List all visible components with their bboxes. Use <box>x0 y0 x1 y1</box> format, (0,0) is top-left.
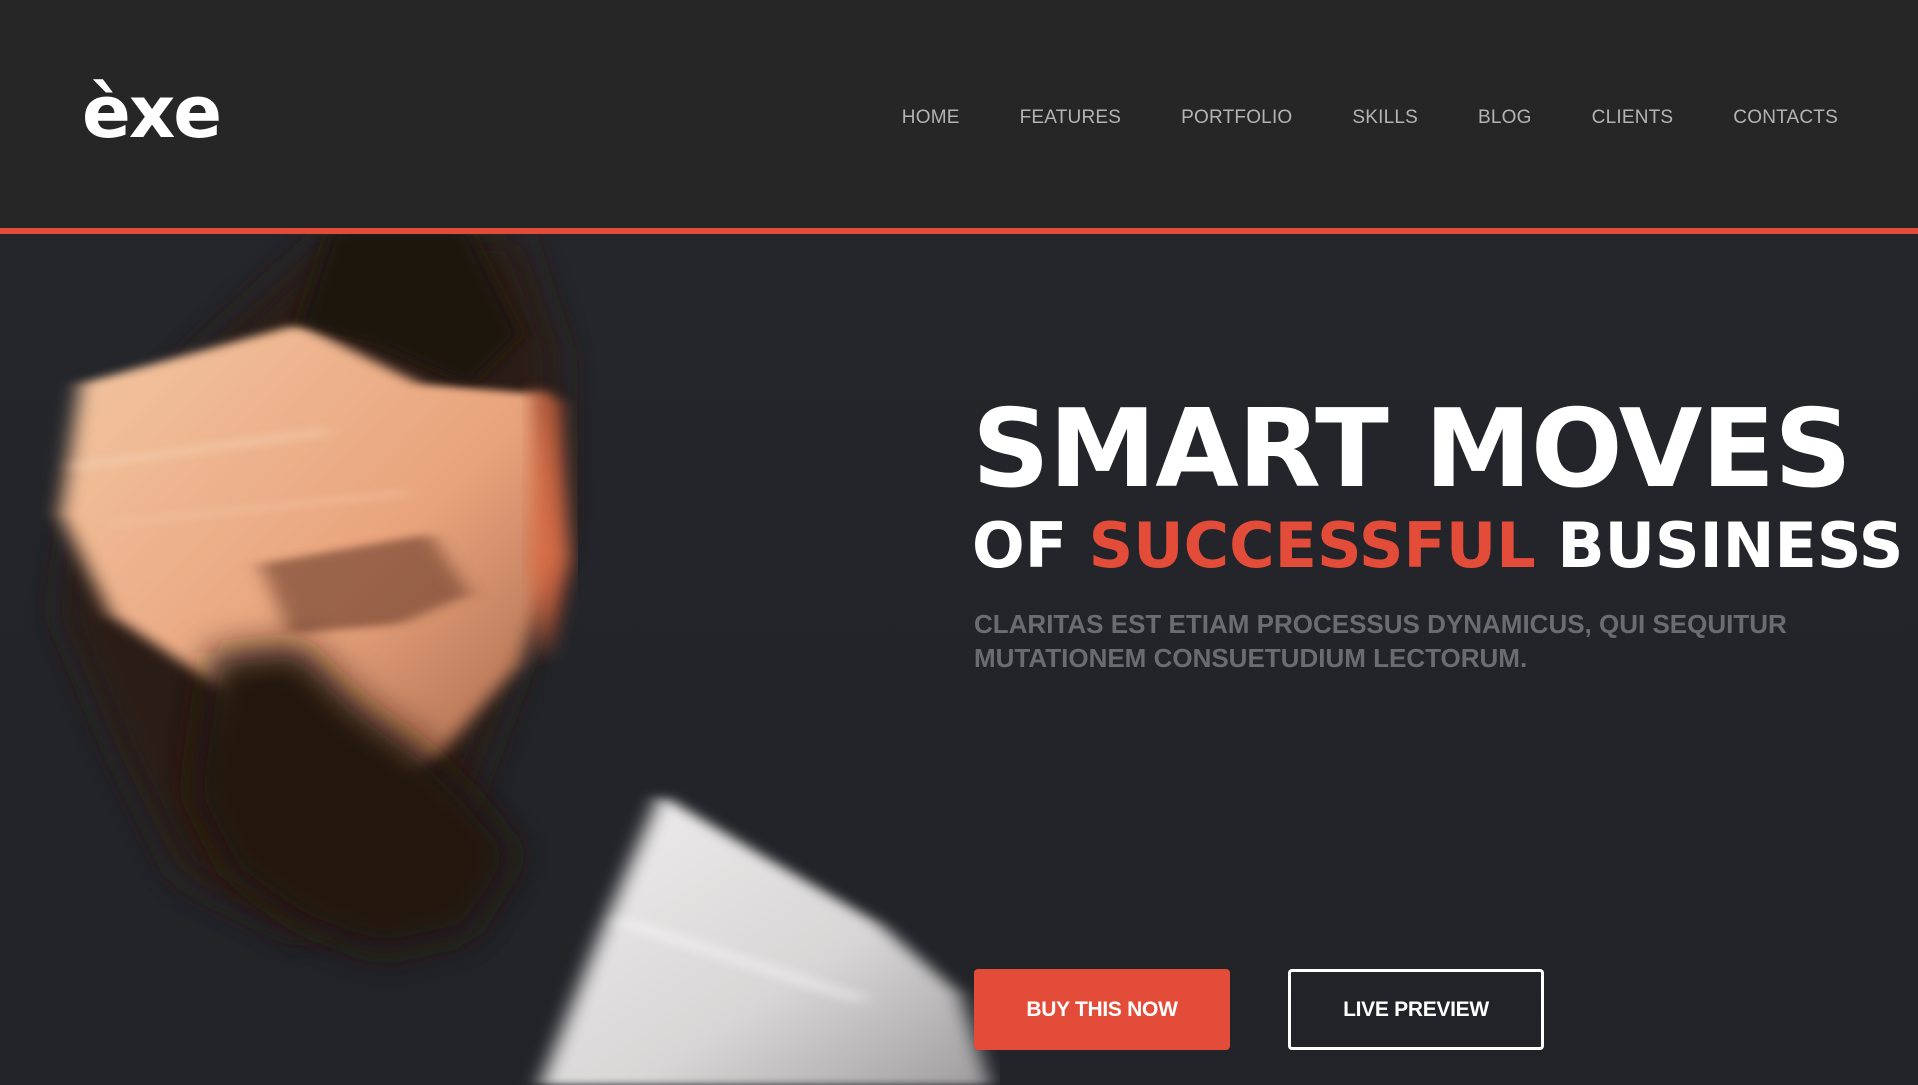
hero-actions: BUY THIS NOW LIVE PREVIEW <box>974 969 1544 1050</box>
nav-link-features[interactable]: FEATURES <box>1020 104 1122 132</box>
landing-page: èxe HOME FEATURES PORTFOLIO SKILLS BLOG … <box>0 0 1918 1085</box>
nav-link-skills[interactable]: SKILLS <box>1352 104 1418 132</box>
nav-link-contacts[interactable]: CONTACTS <box>1733 104 1838 132</box>
nav-link-portfolio[interactable]: PORTFOLIO <box>1181 104 1292 132</box>
hero-title: SMART MOVES <box>972 387 1852 512</box>
nav-link-home[interactable]: HOME <box>902 104 960 132</box>
site-header: èxe HOME FEATURES PORTFOLIO SKILLS BLOG … <box>0 0 1918 228</box>
hero-heading-prefix: OF <box>972 509 1068 582</box>
nav-link-clients[interactable]: CLIENTS <box>1592 104 1674 132</box>
hero-text-block: SMART MOVES OF SUCCESSFUL BUSINESS CLARI… <box>972 387 1903 675</box>
site-logo[interactable]: èxe <box>82 72 222 152</box>
buy-this-now-button[interactable]: BUY THIS NOW <box>974 969 1230 1050</box>
hero-portrait-image <box>60 234 990 1085</box>
hero-subtitle-heading: OF SUCCESSFUL BUSINESS <box>972 509 1903 583</box>
live-preview-button[interactable]: LIVE PREVIEW <box>1288 969 1544 1050</box>
main-nav: HOME FEATURES PORTFOLIO SKILLS BLOG CLIE… <box>842 104 1838 132</box>
hero-heading-accent: SUCCESSFUL <box>1088 509 1536 582</box>
nav-link-blog[interactable]: BLOG <box>1478 104 1532 132</box>
hero-tagline: CLARITAS EST ETIAM PROCESSUS DYNAMICUS, … <box>974 609 1787 673</box>
hero-heading-suffix: BUSINESS <box>1557 509 1904 582</box>
